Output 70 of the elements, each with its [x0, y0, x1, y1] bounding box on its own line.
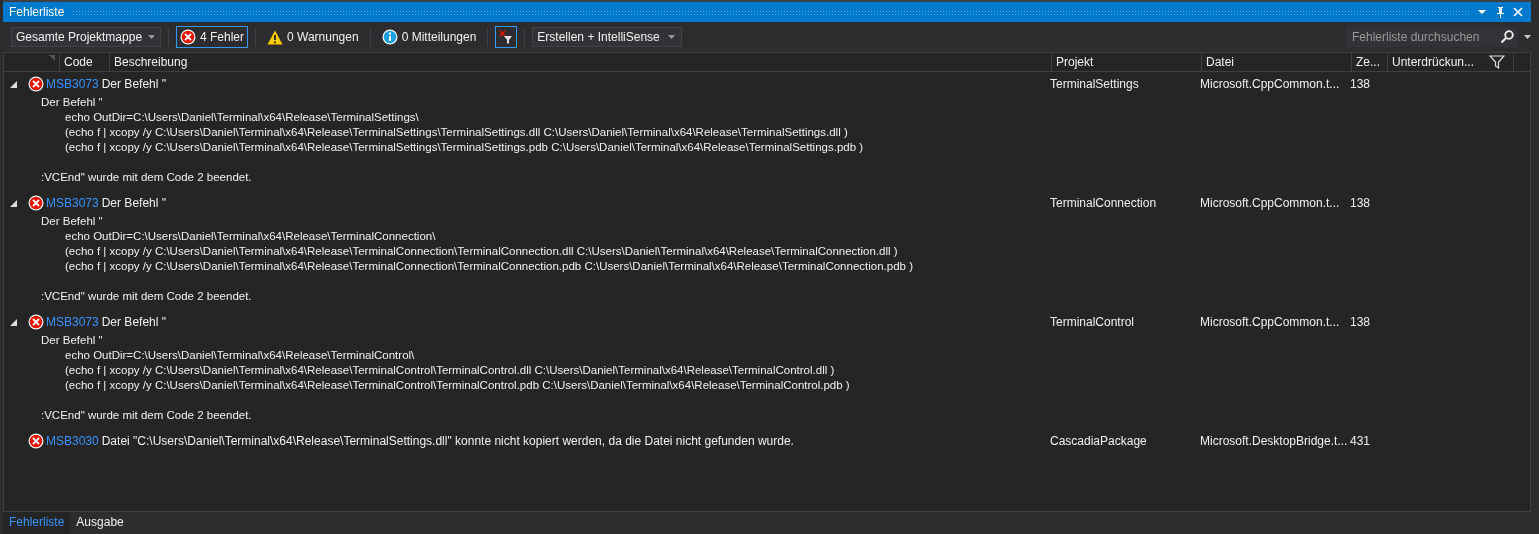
- expanded-arrow-icon[interactable]: [10, 318, 17, 326]
- error-description: Der Befehl ": [101, 77, 166, 91]
- error-code-link[interactable]: MSB3073: [46, 196, 99, 210]
- dropdown-caret-icon: [148, 35, 154, 39]
- error-code-link[interactable]: MSB3073: [46, 77, 99, 91]
- error-icon: [28, 433, 44, 449]
- warning-icon: [267, 29, 284, 45]
- dropdown-caret-icon: [668, 35, 676, 39]
- info-icon: [381, 29, 398, 45]
- dropdown-caret-icon[interactable]: [1524, 35, 1531, 39]
- column-header[interactable]: Beschreibung: [114, 55, 188, 69]
- column-header[interactable]: Datei: [1206, 55, 1234, 69]
- column-header[interactable]: Projekt: [1056, 55, 1094, 69]
- error-description: Der Befehl ": [101, 315, 166, 329]
- error-code-link[interactable]: MSB3073: [46, 315, 99, 329]
- search-field[interactable]: Fehlerliste durchsuchen: [1346, 27, 1518, 47]
- detail-text: Der Befehl ": [41, 214, 104, 229]
- error-description: Der Befehl ": [101, 196, 166, 210]
- line-cell-text: 138: [1349, 314, 1372, 331]
- file-cell-text: Microsoft.CppCommon.t...: [1199, 195, 1341, 212]
- error-description: Datei "C:\Users\Daniel\Terminal\x64\Release\TerminalSettings.dll" konnte nicht kopiert werden, da die Datei nicht gefunden wurde.: [101, 434, 794, 448]
- clear-filter-button[interactable]: [495, 26, 518, 48]
- scope-dropdown[interactable]: Gesamte Projektmappe: [11, 27, 161, 47]
- detail-text: :VCEnd" wurde mit dem Code 2 beendet.: [41, 408, 253, 423]
- column-header[interactable]: Code: [64, 55, 93, 69]
- project-cell-text: CascadiaPackage: [1049, 433, 1148, 450]
- detail-text: :VCEnd" wurde mit dem Code 2 beendet.: [41, 289, 253, 304]
- error-icon: [28, 76, 44, 92]
- error-code-link[interactable]: MSB3030: [46, 434, 99, 448]
- column-header[interactable]: Unterdrückun...: [1392, 55, 1475, 69]
- error-icon: [180, 29, 196, 45]
- search-icon[interactable]: [1500, 30, 1514, 44]
- detail-command: echo OutDir=C:\Users\Daniel\Terminal\x64\Release\TerminalSettings\: [64, 110, 420, 125]
- close-icon[interactable]: [1513, 7, 1523, 17]
- pin-icon[interactable]: [1495, 6, 1505, 18]
- window-title: Fehlerliste: [9, 5, 65, 19]
- detail-command: (echo f | xcopy /y C:\Users\Daniel\Terminal\x64\Release\TerminalControl\TerminalControl.pdb C:\Users\Daniel\Terminal\x64\Release\TerminalControl.pdb ): [64, 378, 851, 393]
- filter-button[interactable]: 0 Warnungen: [263, 26, 363, 48]
- filter-icon[interactable]: [1489, 54, 1505, 70]
- source-dropdown[interactable]: Erstellen + IntelliSense: [532, 27, 683, 47]
- line-cell-text: 431: [1349, 433, 1372, 450]
- detail-command: echo OutDir=C:\Users\Daniel\Terminal\x64\Release\TerminalConnection\: [64, 229, 437, 244]
- file-cell-text: Microsoft.DesktopBridge.t...: [1199, 433, 1346, 450]
- filter-button[interactable]: 0 Mitteilungen: [377, 26, 481, 48]
- detail-command: (echo f | xcopy /y C:\Users\Daniel\Terminal\x64\Release\TerminalSettings\TerminalSettings.pdb C:\Users\Daniel\Terminal\x64\Release\TerminalSettings.pdb ): [64, 140, 865, 155]
- project-cell-text: TerminalSettings: [1049, 76, 1140, 93]
- panel-tab[interactable]: Ausgabe: [70, 512, 130, 534]
- detail-command: (echo f | xcopy /y C:\Users\Daniel\Terminal\x64\Release\TerminalConnection\TerminalConnection.pdb C:\Users\Daniel\Terminal\x64\Release\TerminalConnection.pdb ): [64, 259, 914, 274]
- expanded-arrow-icon[interactable]: [10, 80, 17, 88]
- detail-text: Der Befehl ": [41, 333, 104, 348]
- error-icon: [28, 195, 44, 211]
- detail-command: (echo f | xcopy /y C:\Users\Daniel\Terminal\x64\Release\TerminalControl\TerminalControl.dll C:\Users\Daniel\Terminal\x64\Release\TerminalControl.dll ): [64, 363, 836, 378]
- column-header[interactable]: Ze...: [1356, 55, 1380, 69]
- project-cell-text: TerminalConnection: [1049, 195, 1158, 212]
- expanded-arrow-icon[interactable]: [10, 199, 17, 207]
- error-icon: [28, 314, 44, 330]
- panel-tab[interactable]: Fehlerliste: [3, 512, 71, 534]
- file-cell-text: Microsoft.CppCommon.t...: [1199, 314, 1341, 331]
- detail-command: (echo f | xcopy /y C:\Users\Daniel\Terminal\x64\Release\TerminalConnection\TerminalConnection.dll C:\Users\Daniel\Terminal\x64\Release\TerminalConnection.dll ): [64, 244, 899, 259]
- detail-command: echo OutDir=C:\Users\Daniel\Terminal\x64\Release\TerminalControl\: [64, 348, 416, 363]
- detail-text: :VCEnd" wurde mit dem Code 2 beendet.: [41, 170, 253, 185]
- dropdown-caret-icon[interactable]: [1477, 7, 1487, 17]
- project-cell-text: TerminalControl: [1049, 314, 1136, 331]
- detail-command: (echo f | xcopy /y C:\Users\Daniel\Terminal\x64\Release\TerminalSettings\TerminalSettings.dll C:\Users\Daniel\Terminal\x64\Release\TerminalSettings.dll ): [64, 125, 849, 140]
- line-cell-text: 138: [1349, 76, 1372, 93]
- detail-text: Der Befehl ": [41, 95, 104, 110]
- file-cell-text: Microsoft.CppCommon.t...: [1199, 76, 1341, 93]
- column-grip-icon[interactable]: [49, 55, 55, 61]
- filter-button[interactable]: 4 Fehler: [176, 26, 249, 48]
- line-cell-text: 138: [1349, 195, 1372, 212]
